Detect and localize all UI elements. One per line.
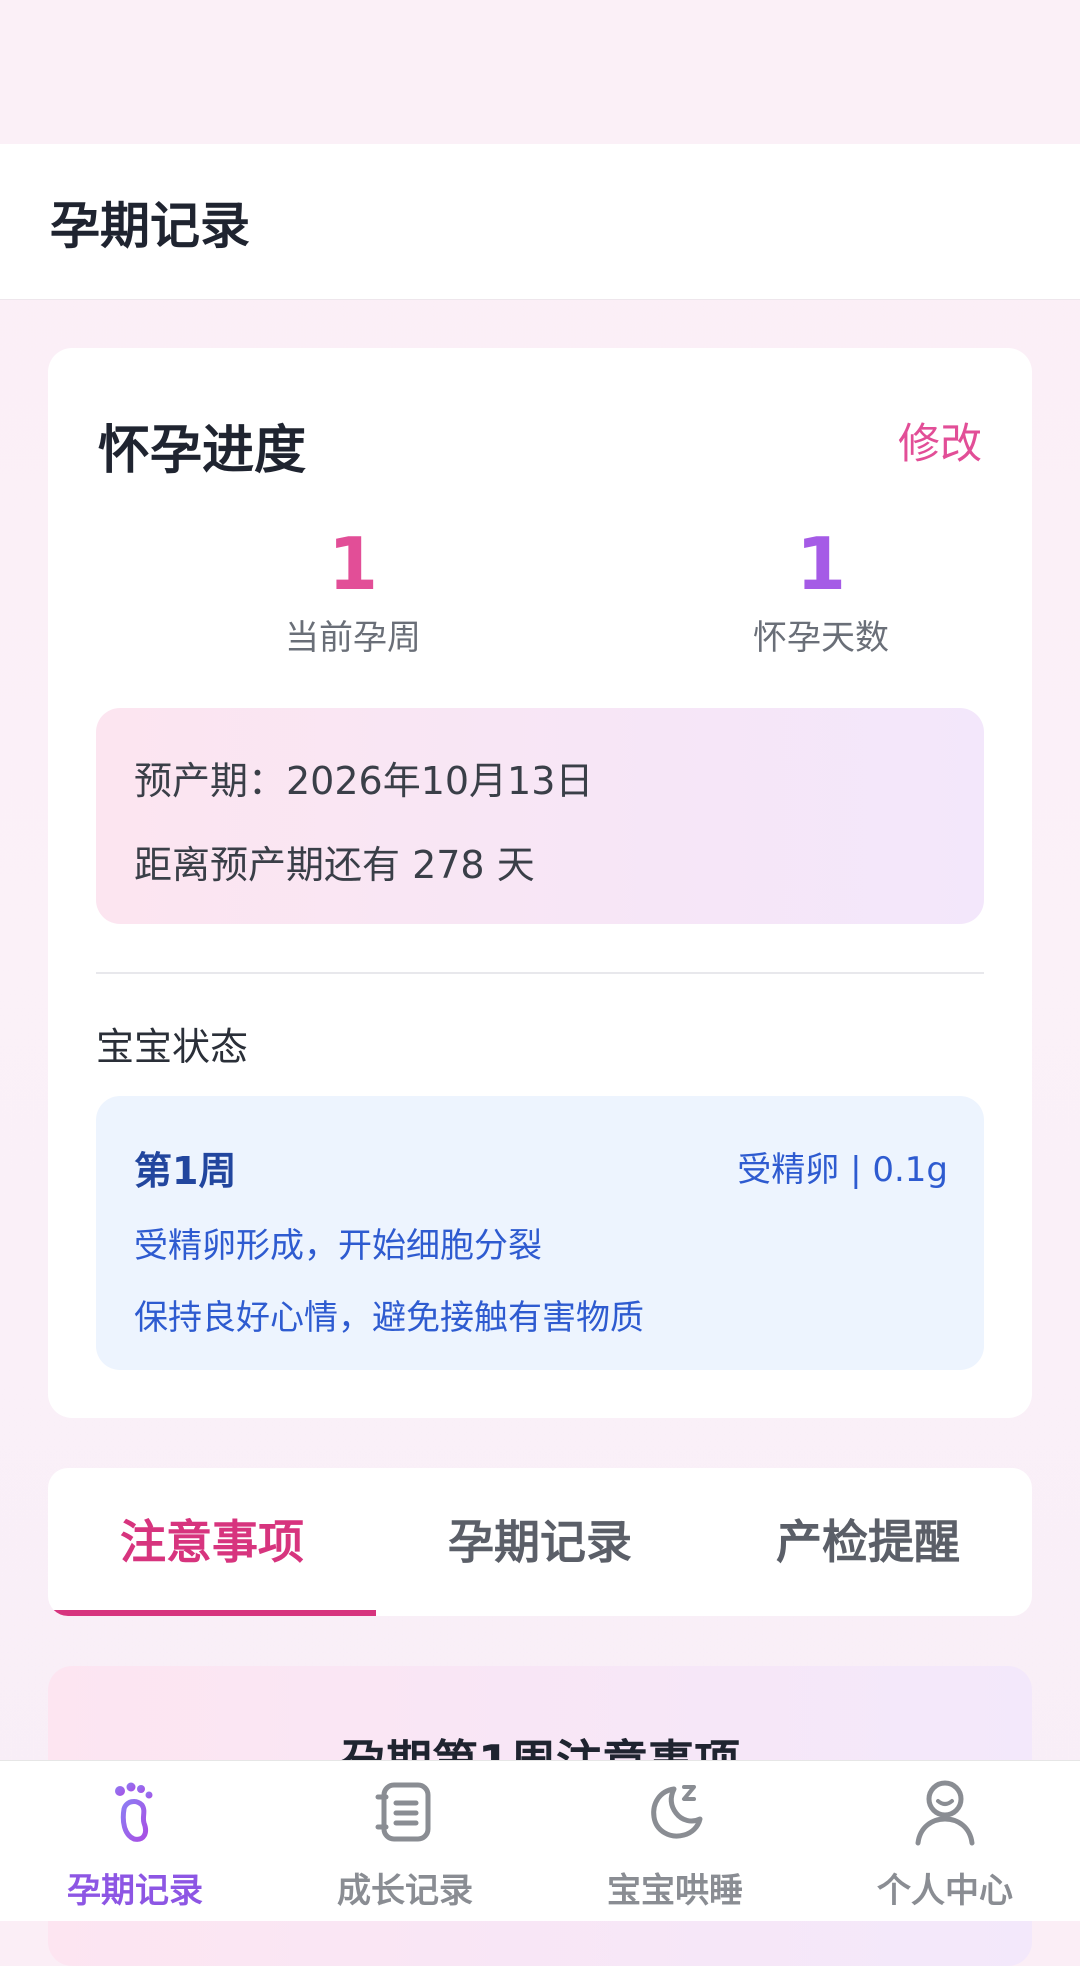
- active-tab-indicator: [48, 1610, 376, 1616]
- pregnancy-days-stat: 1 怀孕天数: [671, 526, 971, 659]
- tabbar-label-profile: 个人中心: [877, 1871, 1013, 1911]
- edit-button[interactable]: 修改: [898, 410, 982, 471]
- week-meta: 受精卵 | 0.1g: [737, 1150, 948, 1190]
- section-tabs: 注意事项 孕期记录 产检提醒: [48, 1468, 1032, 1616]
- moon-icon: [651, 1785, 703, 1839]
- app-header: 孕期记录: [0, 144, 1080, 300]
- tabbar-label-growth: 成长记录: [337, 1871, 473, 1911]
- week-label: 第1周: [134, 1149, 237, 1193]
- tabbar-item-profile[interactable]: 个人中心: [810, 1761, 1080, 1921]
- page-title: 孕期记录: [50, 197, 250, 255]
- notebook-icon: [375, 1782, 431, 1842]
- tabbar-item-pregnancy[interactable]: 孕期记录: [0, 1761, 270, 1921]
- due-countdown-text: 距离预产期还有 278 天: [134, 843, 535, 887]
- pregnancy-progress-card: 怀孕进度 修改 1 当前孕周 1 怀孕天数 预产期：2026年10月13日 距离…: [48, 348, 1032, 1418]
- tabbar-item-growth[interactable]: 成长记录: [270, 1761, 540, 1921]
- tabbar-label-pregnancy: 孕期记录: [67, 1871, 203, 1911]
- divider: [96, 972, 984, 974]
- baby-status-heading: 宝宝状态: [96, 1025, 249, 1069]
- bottom-tab-bar: 孕期记录 成长记录 宝宝哄睡 个人中心: [0, 1760, 1080, 1921]
- user-icon: [915, 1780, 975, 1846]
- pregnancy-days-label: 怀孕天数: [753, 618, 889, 658]
- footprint-icon: [115, 1782, 153, 1842]
- week-tip: 保持良好心情，避免接触有害物质: [134, 1298, 644, 1338]
- current-week-stat: 1 当前孕周: [203, 526, 503, 659]
- tabbar-label-sleep: 宝宝哄睡: [607, 1871, 743, 1911]
- due-date-text: 预产期：2026年10月13日: [134, 759, 594, 803]
- tab-pregnancy-records[interactable]: 孕期记录: [376, 1468, 704, 1616]
- current-week-label: 当前孕周: [285, 618, 421, 658]
- tabbar-item-sleep[interactable]: 宝宝哄睡: [540, 1761, 810, 1921]
- week-description: 受精卵形成，开始细胞分裂: [134, 1226, 542, 1266]
- pregnancy-days-value: 1: [795, 522, 847, 606]
- due-date-box: 预产期：2026年10月13日 距离预产期还有 278 天: [96, 708, 984, 924]
- current-week-value: 1: [327, 522, 379, 606]
- status-bar-area: [0, 0, 1080, 144]
- tab-notices[interactable]: 注意事项: [48, 1468, 376, 1616]
- progress-card-title: 怀孕进度: [98, 421, 307, 481]
- tab-checkup-reminders[interactable]: 产检提醒: [704, 1468, 1032, 1616]
- week-info-box: 第1周 受精卵 | 0.1g 受精卵形成，开始细胞分裂 保持良好心情，避免接触有…: [96, 1096, 984, 1370]
